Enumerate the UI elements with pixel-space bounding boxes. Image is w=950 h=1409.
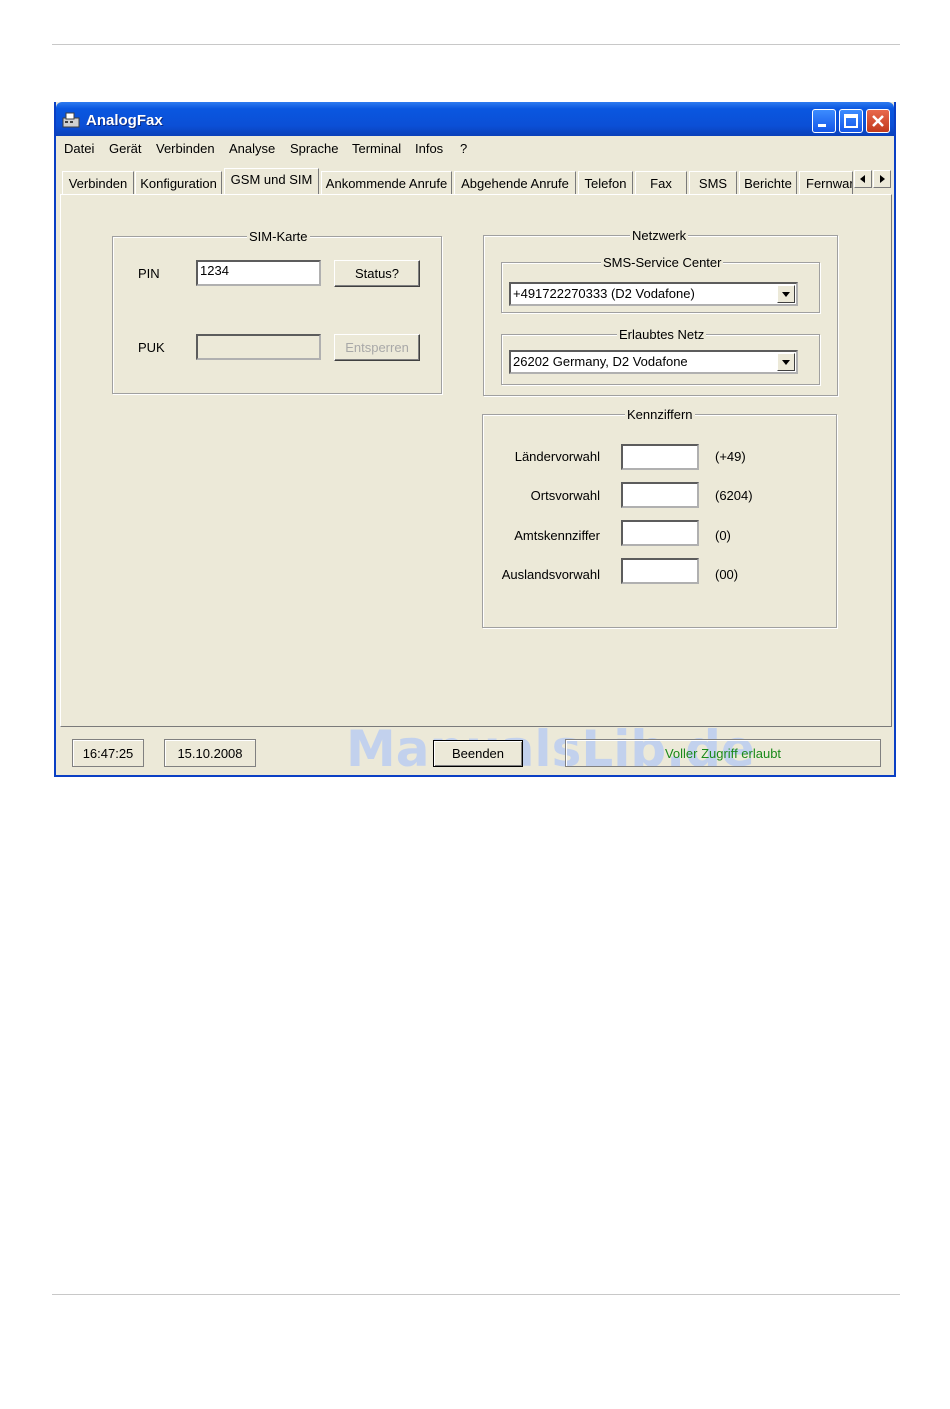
sms-center-dropdown-button[interactable]	[777, 285, 795, 303]
international-code-input[interactable]	[621, 558, 699, 584]
chevron-down-icon	[782, 360, 790, 365]
allowed-net-value: 26202 Germany, D2 Vodafone	[513, 354, 688, 369]
status-time: 16:47:25	[72, 739, 144, 767]
allowed-net-select[interactable]: 26202 Germany, D2 Vodafone	[509, 350, 798, 374]
codes-group: Kennziffern Ländervorwahl (+49) Ortsvorw…	[482, 407, 837, 628]
country-code-input[interactable]	[621, 444, 699, 470]
menu-terminal[interactable]: Terminal	[352, 141, 401, 156]
access-status: Voller Zugriff erlaubt	[565, 739, 881, 767]
menu-sprache[interactable]: Sprache	[290, 141, 338, 156]
app-window: AnalogFax Datei Gerät Verbinden Analyse …	[54, 102, 896, 778]
sim-card-group: SIM-Karte PIN 1234 Status? PUK Entsperre…	[112, 229, 442, 394]
exchange-code-hint: (0)	[715, 528, 731, 543]
menu-verbinden[interactable]: Verbinden	[156, 141, 215, 156]
sms-center-title: SMS-Service Center	[601, 255, 724, 270]
menu-help[interactable]: ?	[460, 141, 467, 156]
puk-label: PUK	[138, 340, 165, 355]
quit-button[interactable]: Beenden	[433, 740, 523, 767]
arrow-left-icon	[860, 175, 865, 183]
sms-center-value: +491722270333 (D2 Vodafone)	[513, 286, 695, 301]
maximize-button[interactable]	[839, 109, 863, 133]
tab-berichte[interactable]: Berichte	[739, 171, 797, 194]
tab-gsm-und-sim[interactable]: GSM und SIM	[224, 168, 319, 194]
maximize-icon	[844, 114, 858, 128]
menu-infos[interactable]: Infos	[415, 141, 443, 156]
tab-fax[interactable]: Fax	[635, 171, 687, 194]
tab-fernwartung[interactable]: Fernwar	[799, 171, 853, 194]
sms-center-group: SMS-Service Center +491722270333 (D2 Vod…	[501, 255, 820, 313]
tab-telefon[interactable]: Telefon	[578, 171, 633, 194]
tab-scroll-right[interactable]	[873, 170, 891, 188]
tab-scroll-left[interactable]	[854, 170, 872, 188]
page-bottom-rule	[52, 1294, 900, 1295]
menu-geraet[interactable]: Gerät	[109, 141, 142, 156]
tab-abgehende-anrufe[interactable]: Abgehende Anrufe	[454, 171, 576, 194]
country-code-label: Ländervorwahl	[514, 449, 600, 464]
close-icon	[872, 115, 884, 127]
codes-group-title: Kennziffern	[625, 407, 695, 422]
area-code-input[interactable]	[621, 482, 699, 508]
status-button[interactable]: Status?	[334, 260, 420, 287]
network-group-title: Netzwerk	[630, 228, 689, 243]
allowed-net-title: Erlaubtes Netz	[617, 327, 707, 342]
area-code-label: Ortsvorwahl	[530, 488, 600, 503]
international-code-label: Auslandsvorwahl	[501, 567, 600, 582]
page-top-rule	[52, 44, 900, 45]
tab-ankommende-anrufe[interactable]: Ankommende Anrufe	[321, 171, 452, 194]
allowed-net-dropdown-button[interactable]	[777, 353, 795, 371]
fax-machine-icon	[62, 112, 80, 128]
menu-bar: Datei Gerät Verbinden Analyse Sprache Te…	[56, 136, 894, 160]
area-code-hint: (6204)	[715, 488, 753, 503]
menu-analyse[interactable]: Analyse	[229, 141, 275, 156]
minimize-button[interactable]	[812, 109, 836, 133]
status-date: 15.10.2008	[164, 739, 256, 767]
sim-card-group-title: SIM-Karte	[247, 229, 310, 244]
close-button[interactable]	[866, 109, 890, 133]
pin-label: PIN	[138, 266, 160, 281]
network-group: Netzwerk SMS-Service Center +49172227033…	[483, 228, 838, 396]
unlock-button[interactable]: Entsperren	[334, 334, 420, 361]
tab-verbinden[interactable]: Verbinden	[62, 171, 134, 194]
chevron-down-icon	[782, 292, 790, 297]
pin-input[interactable]: 1234	[196, 260, 321, 286]
allowed-net-group: Erlaubtes Netz 26202 Germany, D2 Vodafon…	[501, 327, 820, 385]
title-bar[interactable]: AnalogFax	[56, 102, 894, 136]
country-code-hint: (+49)	[715, 449, 746, 464]
tab-strip: Verbinden Konfiguration GSM und SIM Anko…	[56, 168, 894, 194]
tab-konfiguration[interactable]: Konfiguration	[135, 171, 222, 194]
window-title: AnalogFax	[86, 112, 163, 129]
tab-sms[interactable]: SMS	[689, 171, 737, 194]
international-code-hint: (00)	[715, 567, 739, 582]
exchange-code-label: Amtskennziffer	[514, 528, 600, 543]
menu-datei[interactable]: Datei	[64, 141, 94, 156]
minimize-icon	[818, 124, 826, 127]
exchange-code-input[interactable]	[621, 520, 699, 546]
arrow-right-icon	[880, 175, 885, 183]
sms-center-select[interactable]: +491722270333 (D2 Vodafone)	[509, 282, 798, 306]
puk-input[interactable]	[196, 334, 321, 360]
